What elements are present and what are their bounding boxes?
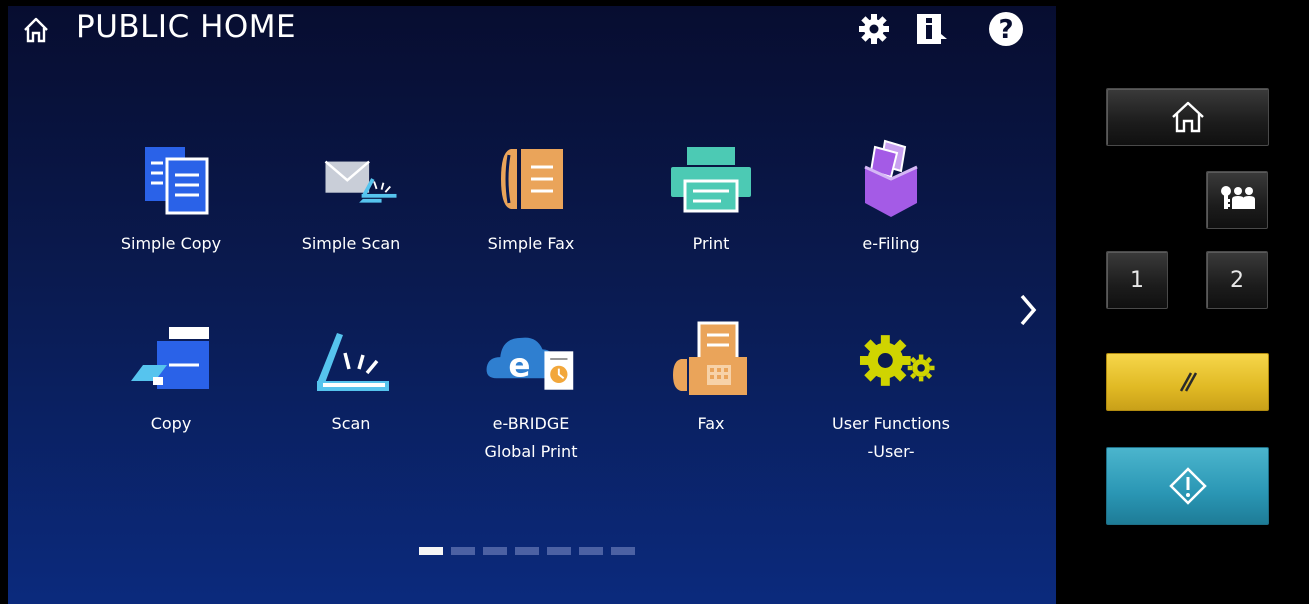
next-page-arrow-icon[interactable]	[1012, 288, 1044, 332]
page-dot	[579, 547, 603, 555]
tile-label: Print	[692, 234, 730, 253]
memory-2-button[interactable]: 2	[1206, 251, 1268, 309]
tile-simple-scan[interactable]: Simple Scan	[261, 131, 441, 291]
page-dot	[611, 547, 635, 555]
home-icon	[1171, 101, 1204, 133]
tile-label: e-Filing	[862, 234, 920, 253]
info-icon	[917, 14, 947, 44]
tile-label: Simple Fax	[487, 234, 575, 253]
e-bridge-global-print-icon: e	[486, 337, 574, 390]
tile-label: User Functions -User-	[832, 414, 950, 461]
page-dot-active	[419, 547, 443, 555]
svg-text:e: e	[508, 346, 530, 384]
info-button[interactable]	[914, 10, 950, 48]
fax-icon	[673, 321, 747, 395]
reset-button[interactable]	[1106, 353, 1269, 411]
tile-label: Copy	[150, 414, 192, 433]
tile-copy[interactable]: Copy	[81, 311, 261, 471]
tile-fax[interactable]: Fax	[621, 311, 801, 471]
tile-user-functions[interactable]: User Functions -User-	[801, 311, 981, 471]
svg-text:?: ?	[998, 15, 1013, 45]
help-button[interactable]: ?	[988, 10, 1024, 48]
memory-1-label: 1	[1130, 267, 1144, 293]
simple-fax-icon	[501, 149, 563, 209]
memory-2-label: 2	[1230, 267, 1244, 293]
user-access-icon	[1221, 186, 1255, 209]
e-filing-icon	[864, 139, 918, 217]
memory-1-button[interactable]: 1	[1106, 251, 1168, 309]
start-button[interactable]	[1106, 447, 1269, 525]
print-icon	[671, 147, 751, 213]
header-bar: PUBLIC HOME ?	[8, 6, 1056, 52]
tile-scan[interactable]: Scan	[261, 311, 441, 471]
scan-icon	[317, 333, 389, 391]
user-functions-icon	[859, 335, 935, 386]
page-dot	[451, 547, 475, 555]
tile-label: Fax	[697, 414, 725, 433]
user-access-button[interactable]	[1206, 171, 1268, 229]
reset-icon	[1179, 372, 1197, 392]
page-dot	[483, 547, 507, 555]
page-dot	[547, 547, 571, 555]
page-indicator	[419, 547, 635, 555]
tile-simple-fax[interactable]: Simple Fax	[441, 131, 621, 291]
settings-button[interactable]	[856, 10, 892, 48]
settings-gear-icon	[859, 14, 889, 44]
copy-icon	[131, 327, 209, 389]
tile-label: Scan	[331, 414, 371, 433]
page-title: PUBLIC HOME	[76, 9, 297, 45]
tile-e-bridge-global-print[interactable]: e e-BRIDGE Global Print	[441, 311, 621, 471]
tile-label: e-BRIDGE Global Print	[484, 414, 578, 461]
tile-print[interactable]: Print	[621, 131, 801, 291]
tile-e-filing[interactable]: e-Filing	[801, 131, 981, 291]
help-icon: ?	[989, 12, 1023, 46]
start-icon	[1168, 467, 1207, 505]
control-panel: 1 2	[1056, 0, 1309, 604]
tile-label: Simple Copy	[120, 234, 222, 253]
simple-scan-icon	[324, 160, 397, 203]
home-hard-button[interactable]	[1106, 88, 1269, 146]
touch-screen: PUBLIC HOME ? Simple Copy Simple Scan Si…	[8, 6, 1056, 604]
page-dot	[515, 547, 539, 555]
home-icon[interactable]	[22, 16, 50, 44]
simple-copy-icon	[145, 147, 209, 215]
tile-label: Simple Scan	[301, 234, 401, 253]
tile-simple-copy[interactable]: Simple Copy	[81, 131, 261, 291]
